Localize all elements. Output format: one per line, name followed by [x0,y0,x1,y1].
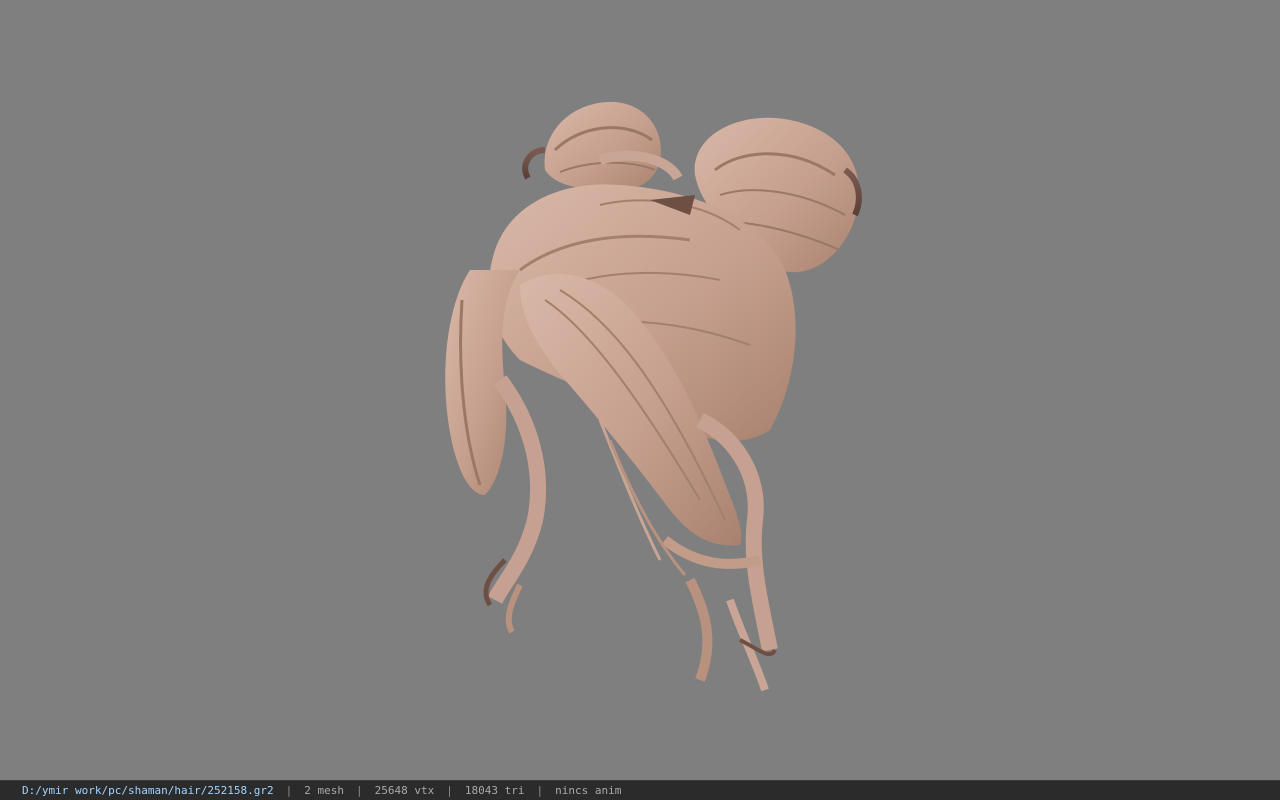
separator: | [536,784,544,797]
status-bar: D:/ymir work/pc/shaman/hair/252158.gr2 | 2… [0,780,1280,800]
separator: | [446,784,453,797]
left-bun [522,101,683,192]
separator: | [356,784,363,797]
hair-model[interactable] [0,0,1280,780]
triangle-count: 18043 tri [464,784,525,797]
separator: | [285,784,293,797]
file-path: D:/ymir work/pc/shaman/hair/252158.gr2 [22,784,274,797]
vertex-count: 25648 vtx [374,784,435,797]
3d-viewport[interactable] [0,0,1280,780]
mesh-count: 2 mesh [304,784,345,797]
animation-status: nincs anim [555,784,622,797]
